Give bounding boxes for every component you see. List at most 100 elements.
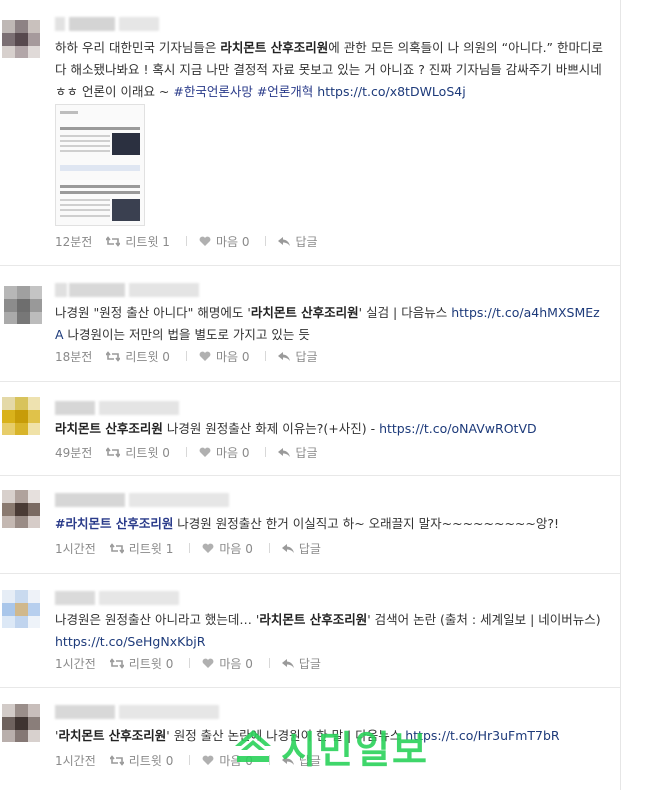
keyword-highlight: 라치몬트 산후조리원 xyxy=(220,40,329,55)
retweet-button[interactable]: 리트윗 0 xyxy=(109,655,174,672)
like-button[interactable]: 마음 0 xyxy=(202,655,253,672)
tweet-item: 하하 우리 대한민국 기자님들은 라치몬트 산후조리원에 관한 모든 의혹들이 … xyxy=(0,0,620,266)
retweet-button[interactable]: 리트윗 0 xyxy=(106,444,170,461)
retweet-button[interactable]: 리트윗 0 xyxy=(109,752,174,769)
text-segment: 나경원이는 저만의 법을 별도로 가지고 있는 듯 xyxy=(63,327,310,342)
user-name-blurred[interactable] xyxy=(55,280,205,300)
timestamp-link[interactable]: 1시간전 xyxy=(55,540,96,557)
retweet-button[interactable]: 리트윗 0 xyxy=(106,348,170,365)
url-link[interactable]: https://t.co/oNAVwROtVD xyxy=(379,421,537,436)
url-link[interactable]: https://t.co/x8tDWLoS4j xyxy=(317,84,465,99)
avatar[interactable] xyxy=(2,20,40,58)
retweet-icon xyxy=(109,542,124,554)
action-divider xyxy=(185,447,187,457)
avatar[interactable] xyxy=(2,704,40,742)
reply-icon xyxy=(281,658,294,668)
like-button[interactable]: 마음 0 xyxy=(199,348,250,365)
text-segment: ' 검색어 논란 (출처 : 세계일보 | 네이버뉴스) xyxy=(367,612,601,627)
url-link[interactable]: https://t.co/SeHgNxKbjR xyxy=(55,634,205,649)
retweet-label: 리트윗 0 xyxy=(128,753,174,768)
timestamp-link[interactable]: 49분전 xyxy=(55,444,92,461)
watermark-text: 시민일보 xyxy=(281,727,429,772)
tweet-text: 나경원 "원정 출산 아니다" 해명에도 '라치몬트 산후조리원' 실검 | 다… xyxy=(55,302,605,346)
text-segment: 하하 우리 대한민국 기자님들은 xyxy=(55,40,221,55)
action-divider xyxy=(265,351,267,361)
user-name-blurred[interactable] xyxy=(55,398,185,418)
action-divider xyxy=(265,447,267,457)
retweet-icon xyxy=(106,350,121,362)
reply-button[interactable]: 답글 xyxy=(278,233,318,250)
like-button[interactable]: 마음 0 xyxy=(199,444,250,461)
like-label: 마음 0 xyxy=(215,349,250,364)
retweet-icon xyxy=(106,235,121,247)
heart-icon xyxy=(202,658,214,668)
watermark-logo-icon xyxy=(235,730,272,762)
action-divider xyxy=(185,236,187,246)
tweet-actions: 49분전 리트윗 0 마음 0 답글 xyxy=(55,444,334,460)
heart-icon xyxy=(199,351,211,361)
user-name-blurred[interactable] xyxy=(55,588,185,608)
reply-button[interactable]: 답글 xyxy=(278,348,318,365)
retweet-icon xyxy=(109,754,124,766)
tweet-item: 라치몬트 산후조리원 나경원 원정출산 화제 이유는?(+사진) - https… xyxy=(0,382,620,476)
reply-icon xyxy=(278,351,291,361)
text-segment: ' 실검 | 다음뉴스 xyxy=(358,305,452,320)
avatar[interactable] xyxy=(2,490,40,528)
tweet-item: 나경원은 원정출산 아니라고 했는데… '라치몬트 산후조리원' 검색어 논란 … xyxy=(0,574,620,688)
heart-icon xyxy=(199,236,211,246)
action-divider xyxy=(189,658,191,668)
reply-icon xyxy=(278,447,291,457)
link-preview-thumbnail[interactable] xyxy=(55,104,145,226)
timestamp-link[interactable]: 1시간전 xyxy=(55,655,96,672)
retweet-button[interactable]: 리트윗 1 xyxy=(106,233,170,250)
like-button[interactable]: 마음 0 xyxy=(199,233,250,250)
like-label: 마음 0 xyxy=(219,656,253,671)
keyword-highlight: 라치몬트 산후조리원 xyxy=(58,728,167,743)
avatar[interactable] xyxy=(2,397,40,435)
newspaper-watermark: 시민일보 xyxy=(225,718,435,774)
user-name-blurred[interactable] xyxy=(55,702,225,722)
user-name-blurred[interactable] xyxy=(55,14,165,34)
tweet-item: #라치몬트 산후조리원 나경원 원정출산 한거 이실직고 하~ 오래끌지 말자~… xyxy=(0,476,620,574)
tweet-text: 하하 우리 대한민국 기자님들은 라치몬트 산후조리원에 관한 모든 의혹들이 … xyxy=(55,37,605,103)
retweet-button[interactable]: 리트윗 1 xyxy=(109,540,173,557)
avatar[interactable] xyxy=(2,590,40,628)
like-label: 마음 0 xyxy=(215,234,250,249)
tweet-text: 라치몬트 산후조리원 나경원 원정출산 화제 이유는?(+사진) - https… xyxy=(55,418,605,440)
action-divider xyxy=(265,236,267,246)
keyword-highlight: 라치몬트 산후조리원 xyxy=(250,305,359,320)
reply-button[interactable]: 답글 xyxy=(281,655,321,672)
text-segment: 나경원 원정출산 화제 이유는?(+사진) - xyxy=(162,421,380,436)
like-label: 마음 0 xyxy=(215,445,250,460)
tweet-actions: 18분전 리트윗 0 마음 0 답글 xyxy=(55,348,334,364)
like-label: 마음 0 xyxy=(219,541,253,556)
reply-icon xyxy=(281,543,294,553)
retweet-label: 리트윗 1 xyxy=(125,234,170,249)
reply-button[interactable]: 답글 xyxy=(281,540,321,557)
keyword-highlight: 라치몬트 산후조리원 xyxy=(259,612,368,627)
avatar[interactable] xyxy=(4,286,42,324)
reply-button[interactable]: 답글 xyxy=(278,444,318,461)
tweet-feed: 하하 우리 대한민국 기자님들은 라치몬트 산후조리원에 관한 모든 의혹들이 … xyxy=(0,0,621,790)
retweet-icon xyxy=(109,657,124,669)
timestamp-link[interactable]: 12분전 xyxy=(55,233,92,250)
reply-icon xyxy=(278,236,291,246)
like-button[interactable]: 마음 0 xyxy=(202,540,253,557)
hashtag-link[interactable]: #라치몬트 산후조리원 xyxy=(55,516,173,531)
reply-label: 답글 xyxy=(295,234,318,249)
timestamp-link[interactable]: 1시간전 xyxy=(55,752,96,769)
retweet-label: 리트윗 0 xyxy=(125,349,170,364)
retweet-label: 리트윗 0 xyxy=(128,656,174,671)
hashtag-link[interactable]: #한국언론사망 #언론개혁 xyxy=(173,84,313,99)
user-name-blurred[interactable] xyxy=(55,490,235,510)
tweet-actions: 1시간전 리트윗 0 마음 0 답글 xyxy=(55,655,337,671)
heart-icon xyxy=(202,755,214,765)
keyword-highlight: 라치몬트 산후조리원 xyxy=(55,421,163,436)
action-divider xyxy=(268,543,270,553)
action-divider xyxy=(185,351,187,361)
reply-label: 답글 xyxy=(298,541,321,556)
timestamp-link[interactable]: 18분전 xyxy=(55,348,92,365)
retweet-label: 리트윗 0 xyxy=(125,445,170,460)
tweet-text: #라치몬트 산후조리원 나경원 원정출산 한거 이실직고 하~ 오래끌지 말자~… xyxy=(55,513,605,535)
heart-icon xyxy=(199,447,211,457)
